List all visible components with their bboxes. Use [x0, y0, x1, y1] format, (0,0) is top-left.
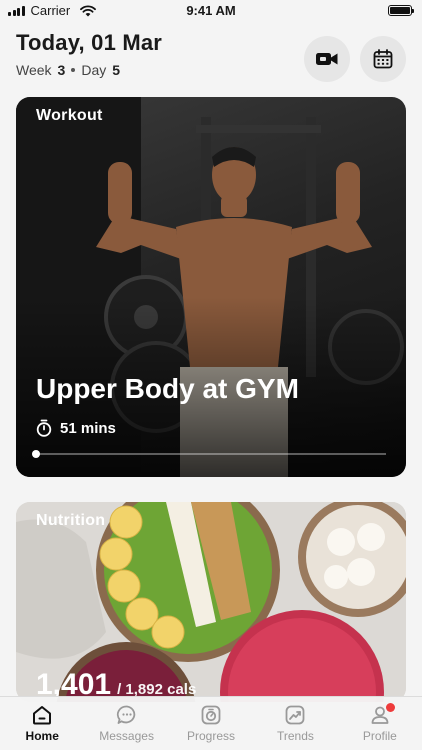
calendar-icon [373, 49, 393, 69]
workout-title: Upper Body at GYM [36, 373, 299, 404]
workout-progress-bar [32, 450, 386, 458]
tab-label: Profile [362, 729, 397, 743]
progress-icon [201, 705, 221, 725]
workout-progress-knob [32, 450, 40, 458]
tab-label: Messages [99, 729, 154, 743]
workout-tag: Workout [36, 107, 103, 124]
status-bar: Carrier 9:41 AM [0, 0, 422, 22]
header: Today, 01 Mar Week 3 Day 5 [16, 30, 406, 90]
tab-messages[interactable]: Messages [84, 697, 168, 750]
tab-label: Progress [187, 729, 236, 743]
duration-label: 51 mins [60, 419, 116, 437]
battery-icon [388, 5, 414, 16]
tab-label: Trends [276, 729, 314, 743]
tab-trends[interactable]: Trends [253, 697, 337, 750]
tab-home[interactable]: Home [0, 697, 84, 750]
week-label: Week [16, 62, 52, 78]
week-value: 3 [57, 62, 66, 78]
profile-notification-badge [385, 703, 395, 712]
video-camera-icon [316, 53, 338, 65]
timer-icon [36, 419, 52, 437]
workout-duration: 51 mins [36, 419, 116, 437]
workout-card[interactable]: Workout Upper Body at GYM 51 mins [16, 97, 406, 477]
tab-bar: Home Messages Progress Trends Profile [0, 696, 422, 750]
nutrition-tag: Nutrition [36, 512, 106, 529]
video-call-button[interactable] [304, 36, 350, 82]
tab-profile[interactable]: Profile [338, 697, 422, 750]
status-time: 9:41 AM [186, 3, 236, 18]
day-value: 5 [112, 62, 121, 78]
day-label: Day [81, 62, 107, 78]
trends-icon [286, 705, 305, 725]
home-icon [33, 706, 52, 725]
separator-dot [71, 68, 76, 72]
calendar-button[interactable] [360, 36, 406, 82]
tab-label: Home [25, 729, 59, 743]
tab-progress[interactable]: Progress [169, 697, 253, 750]
chat-icon [116, 705, 135, 724]
nutrition-card[interactable]: Nutrition 1,401 / 1,892 cals [16, 502, 406, 702]
